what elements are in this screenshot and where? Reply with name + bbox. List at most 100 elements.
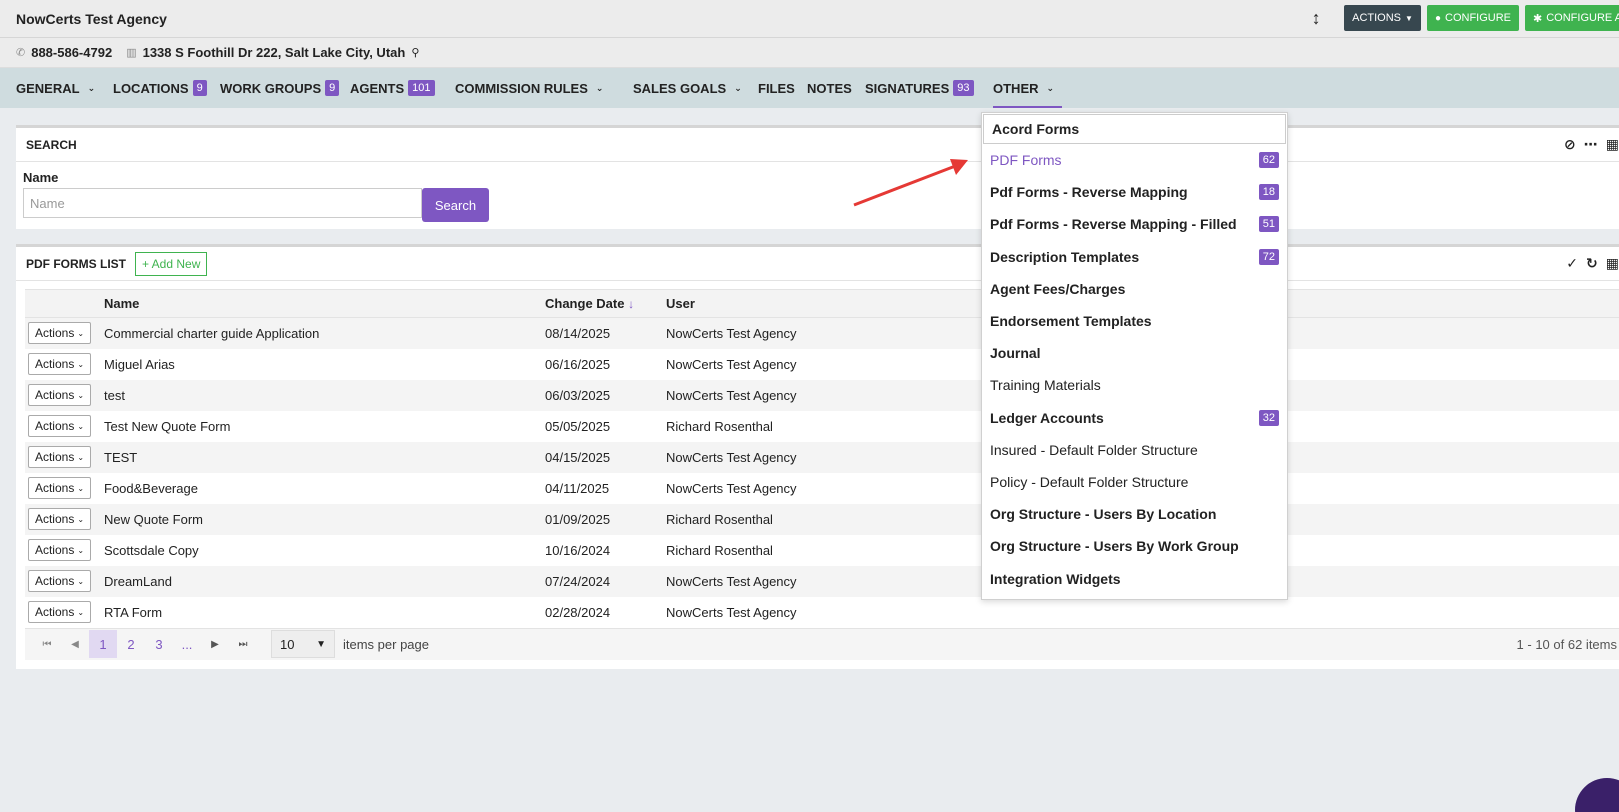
table-row[interactable]: Actions ⌄ DreamLand 07/24/2024 NowCerts Test… bbox=[25, 565, 1619, 597]
row-actions-button[interactable]: Actions ⌄ bbox=[28, 477, 91, 499]
chat-widget-button[interactable] bbox=[1575, 778, 1619, 812]
row-actions-button[interactable]: Actions ⌄ bbox=[28, 539, 91, 561]
nav-locations-label: LOCATIONS bbox=[113, 80, 189, 96]
check-icon[interactable]: ✓ bbox=[1566, 255, 1578, 272]
dropdown-item[interactable]: Endorsement Templates bbox=[982, 305, 1287, 337]
table-row[interactable]: Actions ⌄ New Quote Form 01/09/2025 Richard … bbox=[25, 503, 1619, 535]
phone-number[interactable]: 888-586-4792 bbox=[31, 45, 112, 60]
table-row[interactable]: Actions ⌄ Test New Quote Form 05/05/2025 Ric… bbox=[25, 411, 1619, 442]
row-actions-button[interactable]: Actions ⌄ bbox=[28, 353, 91, 375]
table-row[interactable]: Actions ⌄ Food&Beverage 04/11/2025 NowCerts … bbox=[25, 473, 1619, 504]
change-date-cell: 02/28/2024 bbox=[545, 604, 611, 620]
name-cell[interactable]: Scottsdale Copy bbox=[104, 535, 545, 566]
nav-locations[interactable]: LOCATIONS 9 bbox=[113, 68, 220, 108]
list-panel-title: PDF FORMS LIST bbox=[26, 256, 126, 271]
row-actions-button[interactable]: Actions ⌄ bbox=[28, 415, 91, 437]
row-actions-button[interactable]: Actions ⌄ bbox=[28, 384, 91, 406]
layout-icon[interactable]: ▦ bbox=[1606, 255, 1619, 272]
header-actions: ↕ ACTIONS ▼ ● CONFIGURE ✱ CONFIGURE A bbox=[1304, 5, 1619, 31]
chevron-down-icon: ⌄ bbox=[77, 514, 85, 524]
nav-sales-goals[interactable]: SALES GOALS ⌄ bbox=[633, 68, 758, 108]
name-cell[interactable]: Food&Beverage bbox=[104, 473, 545, 504]
name-search-input[interactable] bbox=[23, 188, 422, 218]
row-actions-label: Actions bbox=[34, 388, 75, 402]
main-nav: GENERAL ⌄ LOCATIONS 9 WORK GROUPS 9 AGEN… bbox=[0, 68, 1619, 108]
dropdown-item[interactable]: Org Structure - Users By Work Group bbox=[982, 530, 1287, 562]
layout-icon[interactable]: ▦ bbox=[1606, 136, 1619, 153]
first-page-icon[interactable]: ⏮ bbox=[33, 630, 61, 658]
nav-general[interactable]: GENERAL ⌄ bbox=[16, 68, 113, 108]
dropdown-item[interactable]: Org Structure - Users By Location bbox=[982, 498, 1287, 530]
actions-button[interactable]: ACTIONS ▼ bbox=[1344, 5, 1421, 31]
vertical-resize-icon[interactable]: ↕ bbox=[1304, 8, 1328, 29]
nav-notes-label: NOTES bbox=[807, 80, 852, 96]
name-cell[interactable]: Test New Quote Form bbox=[104, 411, 545, 442]
row-actions-button[interactable]: Actions ⌄ bbox=[28, 601, 91, 623]
refresh-icon[interactable]: ↻ bbox=[1586, 255, 1598, 272]
name-column-header[interactable]: Name bbox=[104, 289, 545, 318]
search-panel-tools: ⊘ ⋯ ▦ bbox=[1564, 136, 1619, 153]
nav-work-groups[interactable]: WORK GROUPS 9 bbox=[220, 68, 350, 108]
chevron-down-icon: ⌄ bbox=[595, 82, 604, 93]
search-button[interactable]: Search bbox=[422, 188, 489, 222]
row-actions-button[interactable]: Actions ⌄ bbox=[28, 446, 91, 468]
nav-agents[interactable]: AGENTS 101 bbox=[350, 68, 455, 108]
dropdown-item[interactable]: Acord Forms bbox=[983, 114, 1286, 144]
chevron-down-icon: ⌄ bbox=[734, 82, 742, 93]
row-actions-button[interactable]: Actions ⌄ bbox=[28, 508, 91, 530]
name-cell[interactable]: TEST bbox=[104, 441, 545, 473]
map-pin-icon[interactable]: ⚲ bbox=[411, 46, 419, 59]
actions-cell: Actions ⌄ bbox=[25, 441, 104, 473]
dropdown-item[interactable]: Description Templates 72 bbox=[982, 241, 1287, 273]
more-options-icon[interactable]: ⋯ bbox=[1584, 136, 1598, 153]
table-row[interactable]: Actions ⌄ Scottsdale Copy 10/16/2024 Richard… bbox=[25, 535, 1619, 566]
table-row[interactable]: Actions ⌄ Miguel Arias 06/16/2025 NowCerts T… bbox=[25, 349, 1619, 380]
dropdown-item[interactable]: Journal bbox=[982, 337, 1287, 369]
dropdown-item[interactable]: PDF Forms 62 bbox=[982, 144, 1287, 176]
actions-cell: Actions ⌄ bbox=[25, 565, 104, 597]
dropdown-item[interactable]: Ledger Accounts 32 bbox=[982, 402, 1287, 434]
page-3[interactable]: 3 bbox=[145, 630, 173, 658]
dropdown-item[interactable]: Insured - Default Folder Structure bbox=[982, 434, 1287, 466]
name-cell[interactable]: New Quote Form bbox=[104, 503, 545, 535]
search-panel-header: SEARCH ⊘ ⋯ ▦ bbox=[16, 128, 1619, 162]
row-actions-button[interactable]: Actions ⌄ bbox=[28, 322, 91, 345]
dropdown-item[interactable]: Pdf Forms - Reverse Mapping 18 bbox=[982, 176, 1287, 208]
nav-notes[interactable]: NOTES bbox=[807, 68, 865, 108]
nav-signatures[interactable]: SIGNATURES 93 bbox=[865, 68, 993, 108]
clear-filter-icon[interactable]: ⊘ bbox=[1564, 136, 1576, 153]
nav-files[interactable]: FILES bbox=[758, 68, 807, 108]
configure-agency-button[interactable]: ✱ CONFIGURE A bbox=[1525, 5, 1619, 31]
change-date-cell: 08/14/2025 bbox=[545, 317, 666, 349]
last-page-icon[interactable]: ⏭ bbox=[229, 630, 257, 658]
add-new-button[interactable]: + Add New bbox=[135, 251, 208, 276]
dropdown-item[interactable]: Pdf Forms - Reverse Mapping - Filled 51 bbox=[982, 208, 1287, 240]
page-more[interactable]: ... bbox=[173, 630, 201, 658]
page-2[interactable]: 2 bbox=[117, 630, 145, 658]
table-row[interactable]: Actions ⌄ TEST 04/15/2025 NowCerts Test Agen… bbox=[25, 441, 1619, 473]
table-row[interactable]: Actions ⌄ test 06/03/2025 NowCerts Test Agen… bbox=[25, 379, 1619, 411]
table-row[interactable]: Actions ⌄ RTA Form 02/28/2024 NowCerts Test … bbox=[25, 597, 1619, 628]
name-cell[interactable]: DreamLand bbox=[104, 565, 545, 597]
nav-commission-rules[interactable]: COMMISSION RULES ⌄ bbox=[455, 68, 633, 108]
name-cell[interactable]: test bbox=[104, 379, 545, 411]
dropdown-item[interactable]: Integration Widgets bbox=[982, 562, 1287, 594]
configure-button[interactable]: ● CONFIGURE bbox=[1426, 5, 1519, 31]
actions-cell: Actions ⌄ bbox=[25, 535, 104, 566]
dropdown-item[interactable]: Policy - Default Folder Structure bbox=[982, 466, 1287, 498]
prev-page-icon[interactable]: ◀ bbox=[61, 630, 89, 658]
name-cell[interactable]: Commercial charter guide Application bbox=[104, 317, 545, 349]
name-cell[interactable]: Miguel Arias bbox=[104, 349, 545, 380]
next-page-icon[interactable]: ▶ bbox=[201, 630, 229, 658]
dropdown-item[interactable]: Agent Fees/Charges bbox=[982, 273, 1287, 305]
nav-other[interactable]: OTHER ⌄ bbox=[993, 68, 1062, 108]
change-date-cell: 10/16/2024 bbox=[545, 542, 611, 558]
page-1[interactable]: 1 bbox=[89, 630, 117, 658]
table-row[interactable]: Actions ⌄ Commercial charter guide Applica… bbox=[25, 317, 1619, 349]
dropdown-item-label: Pdf Forms - Reverse Mapping bbox=[990, 184, 1188, 201]
change-date-column-header[interactable]: Change Date ↓ bbox=[545, 289, 666, 318]
dropdown-item[interactable]: Training Materials bbox=[982, 369, 1287, 401]
items-per-page-select[interactable]: 10 ▼ bbox=[271, 630, 335, 658]
row-actions-button[interactable]: Actions ⌄ bbox=[28, 570, 91, 592]
name-cell[interactable]: RTA Form bbox=[104, 597, 545, 628]
